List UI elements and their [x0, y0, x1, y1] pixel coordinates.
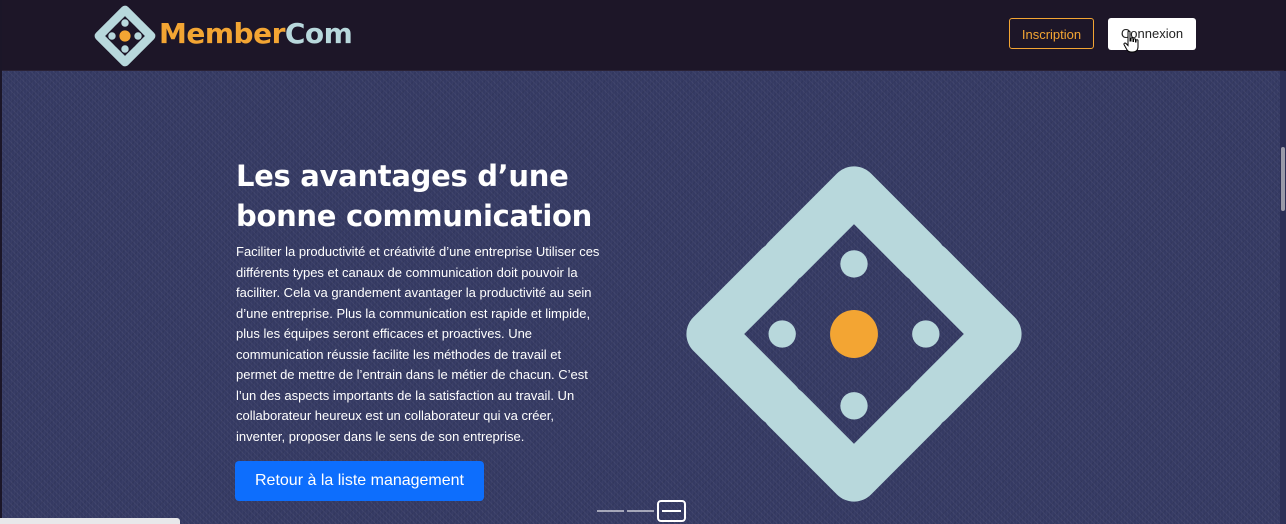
hero-text-line-2: différents types et canaux de communicat…: [236, 264, 578, 280]
browser-viewport: MemberCom Inscription Connexion Les avan…: [0, 0, 1286, 524]
carousel-indicator-1[interactable]: [597, 510, 624, 512]
hero-text-line-5: plus les équipes seront efficaces et pro…: [236, 326, 533, 341]
membercom-large-logo-icon: [686, 166, 1022, 502]
hero-text-line-7: permet de mettre de l’entrain dans le mé…: [236, 367, 588, 382]
hero-text-line-6: communication réussie facilite les métho…: [236, 346, 562, 362]
brand-name[interactable]: MemberCom: [159, 16, 353, 52]
hero-title-line-2: bonne communication: [236, 199, 592, 233]
scrollbar-thumb[interactable]: [1281, 147, 1285, 211]
retour-management-button[interactable]: Retour à la liste management: [235, 461, 484, 501]
inscription-button[interactable]: Inscription: [1009, 18, 1094, 49]
top-navbar: MemberCom Inscription Connexion: [2, 0, 1284, 71]
hero-text-line-10: inventer, proposer dans le sens de son e…: [236, 428, 525, 444]
hero-text-line-8: l’un des aspects importants de la satisf…: [236, 387, 575, 403]
carousel-indicator-2[interactable]: [627, 510, 654, 512]
brand-name-part2: Com: [284, 17, 353, 50]
hero-title: Les avantages d’une bonne communication: [236, 156, 656, 236]
hand-pointer-cursor-icon: [1123, 30, 1139, 53]
hero-text-line-4: d’une entreprise. Plus la communication …: [236, 305, 591, 321]
brand-name-part1: Member: [159, 17, 285, 50]
hero-title-line-1: Les avantages d’une: [236, 159, 569, 193]
hero-text-line-3: faciliter. Cela va grandement avantager …: [236, 285, 592, 300]
bottom-overlay-strip: [0, 518, 180, 524]
page-scrollbar[interactable]: [1280, 71, 1286, 524]
hero-description: Faciliter la productivité et créativité …: [236, 242, 624, 447]
membercom-logo-icon[interactable]: [94, 5, 156, 67]
carousel-indicator-3-active[interactable]: [657, 500, 686, 522]
hero-text-line-1: Faciliter la productivité et créativité …: [236, 244, 600, 259]
hero-text-line-9: collaborateur heureux est un collaborate…: [236, 408, 554, 423]
hero-carousel: [2, 71, 1280, 524]
